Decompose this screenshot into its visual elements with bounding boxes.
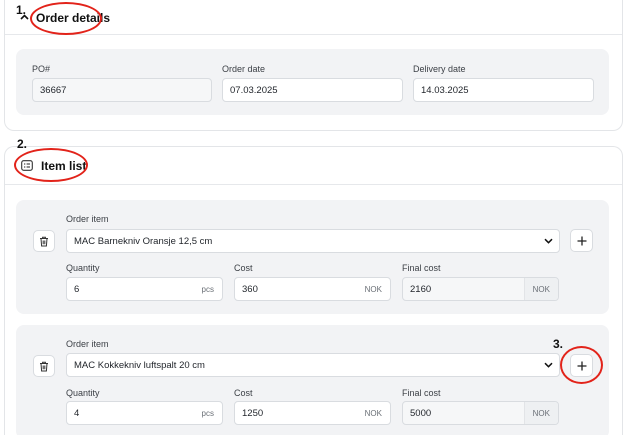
final-cost-unit: NOK	[523, 278, 558, 300]
chevron-down-icon	[537, 230, 559, 252]
final-cost-label: Final cost	[402, 388, 441, 398]
cost-field[interactable]: 360 NOK	[234, 277, 391, 301]
cost-unit: NOK	[364, 284, 382, 294]
po-field: 36667	[32, 78, 212, 102]
final-cost-label: Final cost	[402, 263, 441, 273]
po-label: PO#	[32, 64, 51, 74]
cost-field[interactable]: 1250 NOK	[234, 401, 391, 425]
final-cost-field: 5000 NOK	[402, 401, 559, 425]
quantity-value: 6	[74, 283, 80, 295]
quantity-value: 4	[74, 407, 80, 419]
cost-value: 360	[242, 283, 258, 295]
order-date-field[interactable]: 07.03.2025	[222, 78, 403, 102]
order-item-value: MAC Barnekniv Oransje 12,5 cm	[74, 235, 213, 247]
step-2-highlight-ring	[14, 148, 88, 182]
chevron-up-icon	[19, 14, 29, 20]
quantity-label: Quantity	[66, 263, 100, 273]
final-cost-value: 5000	[410, 407, 432, 419]
trash-icon	[40, 236, 48, 246]
order-item-label: Order item	[66, 339, 109, 349]
step-2-annotation: 2.	[17, 137, 28, 151]
trash-icon	[40, 361, 48, 371]
delivery-date-field[interactable]: 14.03.2025	[413, 78, 594, 102]
step-3-annotation: 3.	[553, 337, 564, 351]
delete-item-button[interactable]	[33, 230, 55, 252]
order-item-label: Order item	[66, 214, 109, 224]
cost-unit: NOK	[364, 408, 382, 418]
delivery-date-label: Delivery date	[413, 64, 466, 74]
cost-value: 1250	[242, 407, 264, 419]
order-date-value: 07.03.2025	[230, 84, 278, 96]
final-cost-field: 2160 NOK	[402, 277, 559, 301]
final-cost-unit: NOK	[523, 402, 558, 424]
delete-item-button[interactable]	[33, 355, 55, 377]
plus-icon	[577, 236, 586, 245]
order-details-header-divider	[5, 34, 622, 35]
delivery-date-value: 14.03.2025	[421, 84, 469, 96]
quantity-label: Quantity	[66, 388, 100, 398]
quantity-field[interactable]: 6 pcs	[66, 277, 223, 301]
order-date-label: Order date	[222, 64, 266, 74]
collapse-toggle[interactable]	[18, 12, 30, 22]
order-item-value: MAC Kokkekniv luftspalt 20 cm	[74, 359, 205, 371]
quantity-field[interactable]: 4 pcs	[66, 401, 223, 425]
step-1-highlight-ring	[30, 2, 102, 35]
quantity-unit: pcs	[201, 284, 214, 294]
cost-label: Cost	[234, 388, 253, 398]
item-list-header-divider	[5, 184, 622, 185]
step-3-highlight-ring	[560, 346, 603, 384]
chevron-down-icon	[537, 354, 559, 376]
po-value: 36667	[40, 84, 67, 96]
order-item-select[interactable]: MAC Barnekniv Oransje 12,5 cm	[66, 229, 560, 253]
quantity-unit: pcs	[201, 408, 214, 418]
order-item-select[interactable]: MAC Kokkekniv luftspalt 20 cm	[66, 353, 560, 377]
cost-label: Cost	[234, 263, 253, 273]
final-cost-value: 2160	[410, 283, 432, 295]
add-item-button[interactable]	[570, 229, 593, 252]
